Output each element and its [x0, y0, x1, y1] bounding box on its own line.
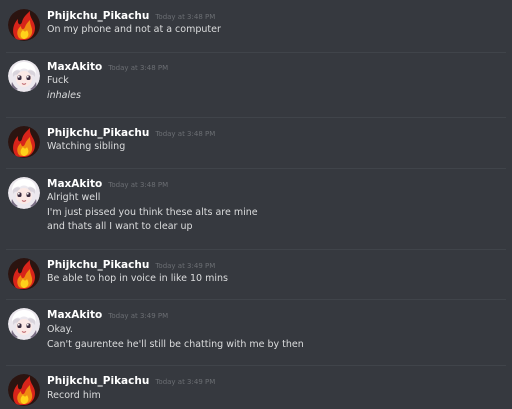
message-divider: [6, 52, 506, 53]
message-divider: [6, 365, 506, 366]
message-timestamp: Today at 3:49 PM: [108, 312, 169, 320]
message-timestamp: Today at 3:48 PM: [108, 64, 169, 72]
message-divider: [6, 117, 506, 118]
message-text: I'm just pissed you think these alts are…: [47, 207, 258, 218]
anime-avatar-icon[interactable]: [8, 177, 40, 209]
message-text: Watching sibling: [47, 141, 126, 152]
message-text: and thats all I want to clear up: [47, 221, 193, 232]
message-text: Can't gaurentee he'll still be chatting …: [47, 339, 304, 350]
message-author[interactable]: Phijkchu_Pikachu Today at 3:48 PM: [47, 10, 215, 22]
message-author[interactable]: Phijkchu_Pikachu Today at 3:49 PM: [47, 375, 215, 387]
message-author[interactable]: Phijkchu_Pikachu Today at 3:48 PM: [47, 127, 215, 139]
message-text: Be able to hop in voice in like 10 mins: [47, 273, 228, 284]
author-name[interactable]: Phijkchu_Pikachu: [47, 259, 149, 271]
author-name[interactable]: Phijkchu_Pikachu: [47, 10, 149, 22]
message-timestamp: Today at 3:49 PM: [155, 262, 216, 270]
message-author[interactable]: MaxAkito Today at 3:49 PM: [47, 309, 168, 321]
message-timestamp: Today at 3:48 PM: [155, 130, 216, 138]
message-text: Okay.: [47, 324, 73, 335]
message-author[interactable]: Phijkchu_Pikachu Today at 3:49 PM: [47, 259, 215, 271]
flame-avatar-icon[interactable]: [8, 126, 40, 158]
author-name[interactable]: Phijkchu_Pikachu: [47, 375, 149, 387]
author-name[interactable]: MaxAkito: [47, 309, 102, 321]
anime-avatar-icon[interactable]: [8, 60, 40, 92]
message-timestamp: Today at 3:48 PM: [108, 181, 169, 189]
flame-avatar-icon[interactable]: [8, 258, 40, 290]
message-text: inhales: [47, 90, 81, 101]
message-text: Record him: [47, 390, 101, 401]
message-divider: [6, 299, 506, 300]
message-timestamp: Today at 3:49 PM: [155, 378, 216, 386]
message-timestamp: Today at 3:48 PM: [155, 13, 216, 21]
author-name[interactable]: Phijkchu_Pikachu: [47, 127, 149, 139]
message-text: On my phone and not at a computer: [47, 24, 221, 35]
message-divider: [6, 249, 506, 250]
chat-messages: Phijkchu_Pikachu Today at 3:48 PM On my p…: [0, 0, 512, 409]
message-divider: [6, 168, 506, 169]
flame-avatar-icon[interactable]: [8, 374, 40, 406]
message-author[interactable]: MaxAkito Today at 3:48 PM: [47, 178, 168, 190]
anime-avatar-icon[interactable]: [8, 308, 40, 340]
author-name[interactable]: MaxAkito: [47, 178, 102, 190]
message-text: Fuck: [47, 75, 69, 86]
message-text: Alright well: [47, 192, 101, 203]
author-name[interactable]: MaxAkito: [47, 61, 102, 73]
flame-avatar-icon[interactable]: [8, 9, 40, 41]
message-author[interactable]: MaxAkito Today at 3:48 PM: [47, 61, 168, 73]
